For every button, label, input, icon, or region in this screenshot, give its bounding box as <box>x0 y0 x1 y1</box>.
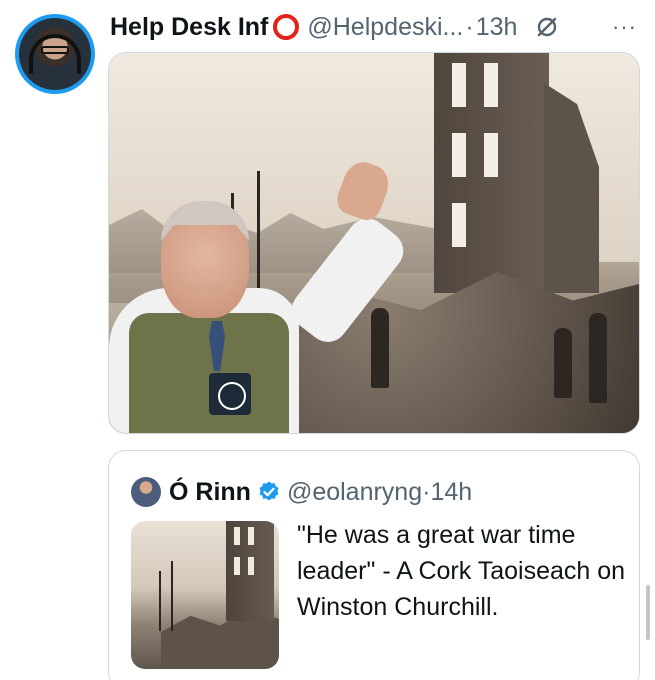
quoted-author-name[interactable]: Ó Rinn <box>169 478 251 507</box>
red-ring-emoji <box>273 14 300 40</box>
author-name[interactable]: Help Desk Inf <box>110 13 268 42</box>
image-window <box>484 63 498 107</box>
image-window <box>248 527 254 545</box>
verified-badge-icon <box>259 481 279 501</box>
image-vest-patch <box>209 373 251 415</box>
image-window <box>234 527 240 545</box>
more-options-icon[interactable]: ··· <box>612 14 637 40</box>
separator-dot: · <box>465 12 474 41</box>
avatar-photo <box>19 18 91 90</box>
scrollbar[interactable] <box>646 585 650 640</box>
quoted-post-header: Ó Rinn @eolanryng · 14h <box>131 477 472 507</box>
image-lamppost <box>171 561 173 631</box>
post-image[interactable] <box>108 52 640 434</box>
image-window <box>452 63 466 107</box>
post-header: Help Desk Inf @Helpdeski... · 13h <box>110 12 559 42</box>
image-raised-arm <box>284 210 412 350</box>
quoted-post-text: "He was a great war time leader" - A Cor… <box>297 521 626 621</box>
image-window <box>248 557 254 575</box>
author-avatar[interactable] <box>15 14 95 94</box>
quoted-post-time[interactable]: 14h <box>430 478 472 507</box>
image-worker <box>554 328 572 398</box>
image-ruined-building <box>434 53 549 293</box>
post-time[interactable]: 13h <box>476 13 518 42</box>
image-man-pointing <box>109 156 412 433</box>
quoted-post-image[interactable] <box>131 521 279 669</box>
quoted-author-avatar[interactable] <box>131 477 161 507</box>
glasses-shape <box>41 46 69 54</box>
author-handle[interactable]: @Helpdeski... <box>307 13 463 42</box>
separator-dot: · <box>422 477 431 506</box>
quoted-post-card[interactable]: Ó Rinn @eolanryng · 14h "He was a great … <box>108 450 640 680</box>
quoted-author-handle[interactable]: @eolanryng <box>287 478 422 507</box>
image-window <box>452 133 466 177</box>
image-lamppost <box>159 571 161 631</box>
image-window <box>452 203 466 247</box>
image-ruined-building <box>226 521 274 621</box>
image-window <box>484 133 498 177</box>
image-window <box>234 557 240 575</box>
grok-icon[interactable] <box>535 15 559 39</box>
image-worker <box>589 313 607 403</box>
grok-icon-glyph <box>538 17 557 37</box>
headset-shape <box>29 34 81 74</box>
